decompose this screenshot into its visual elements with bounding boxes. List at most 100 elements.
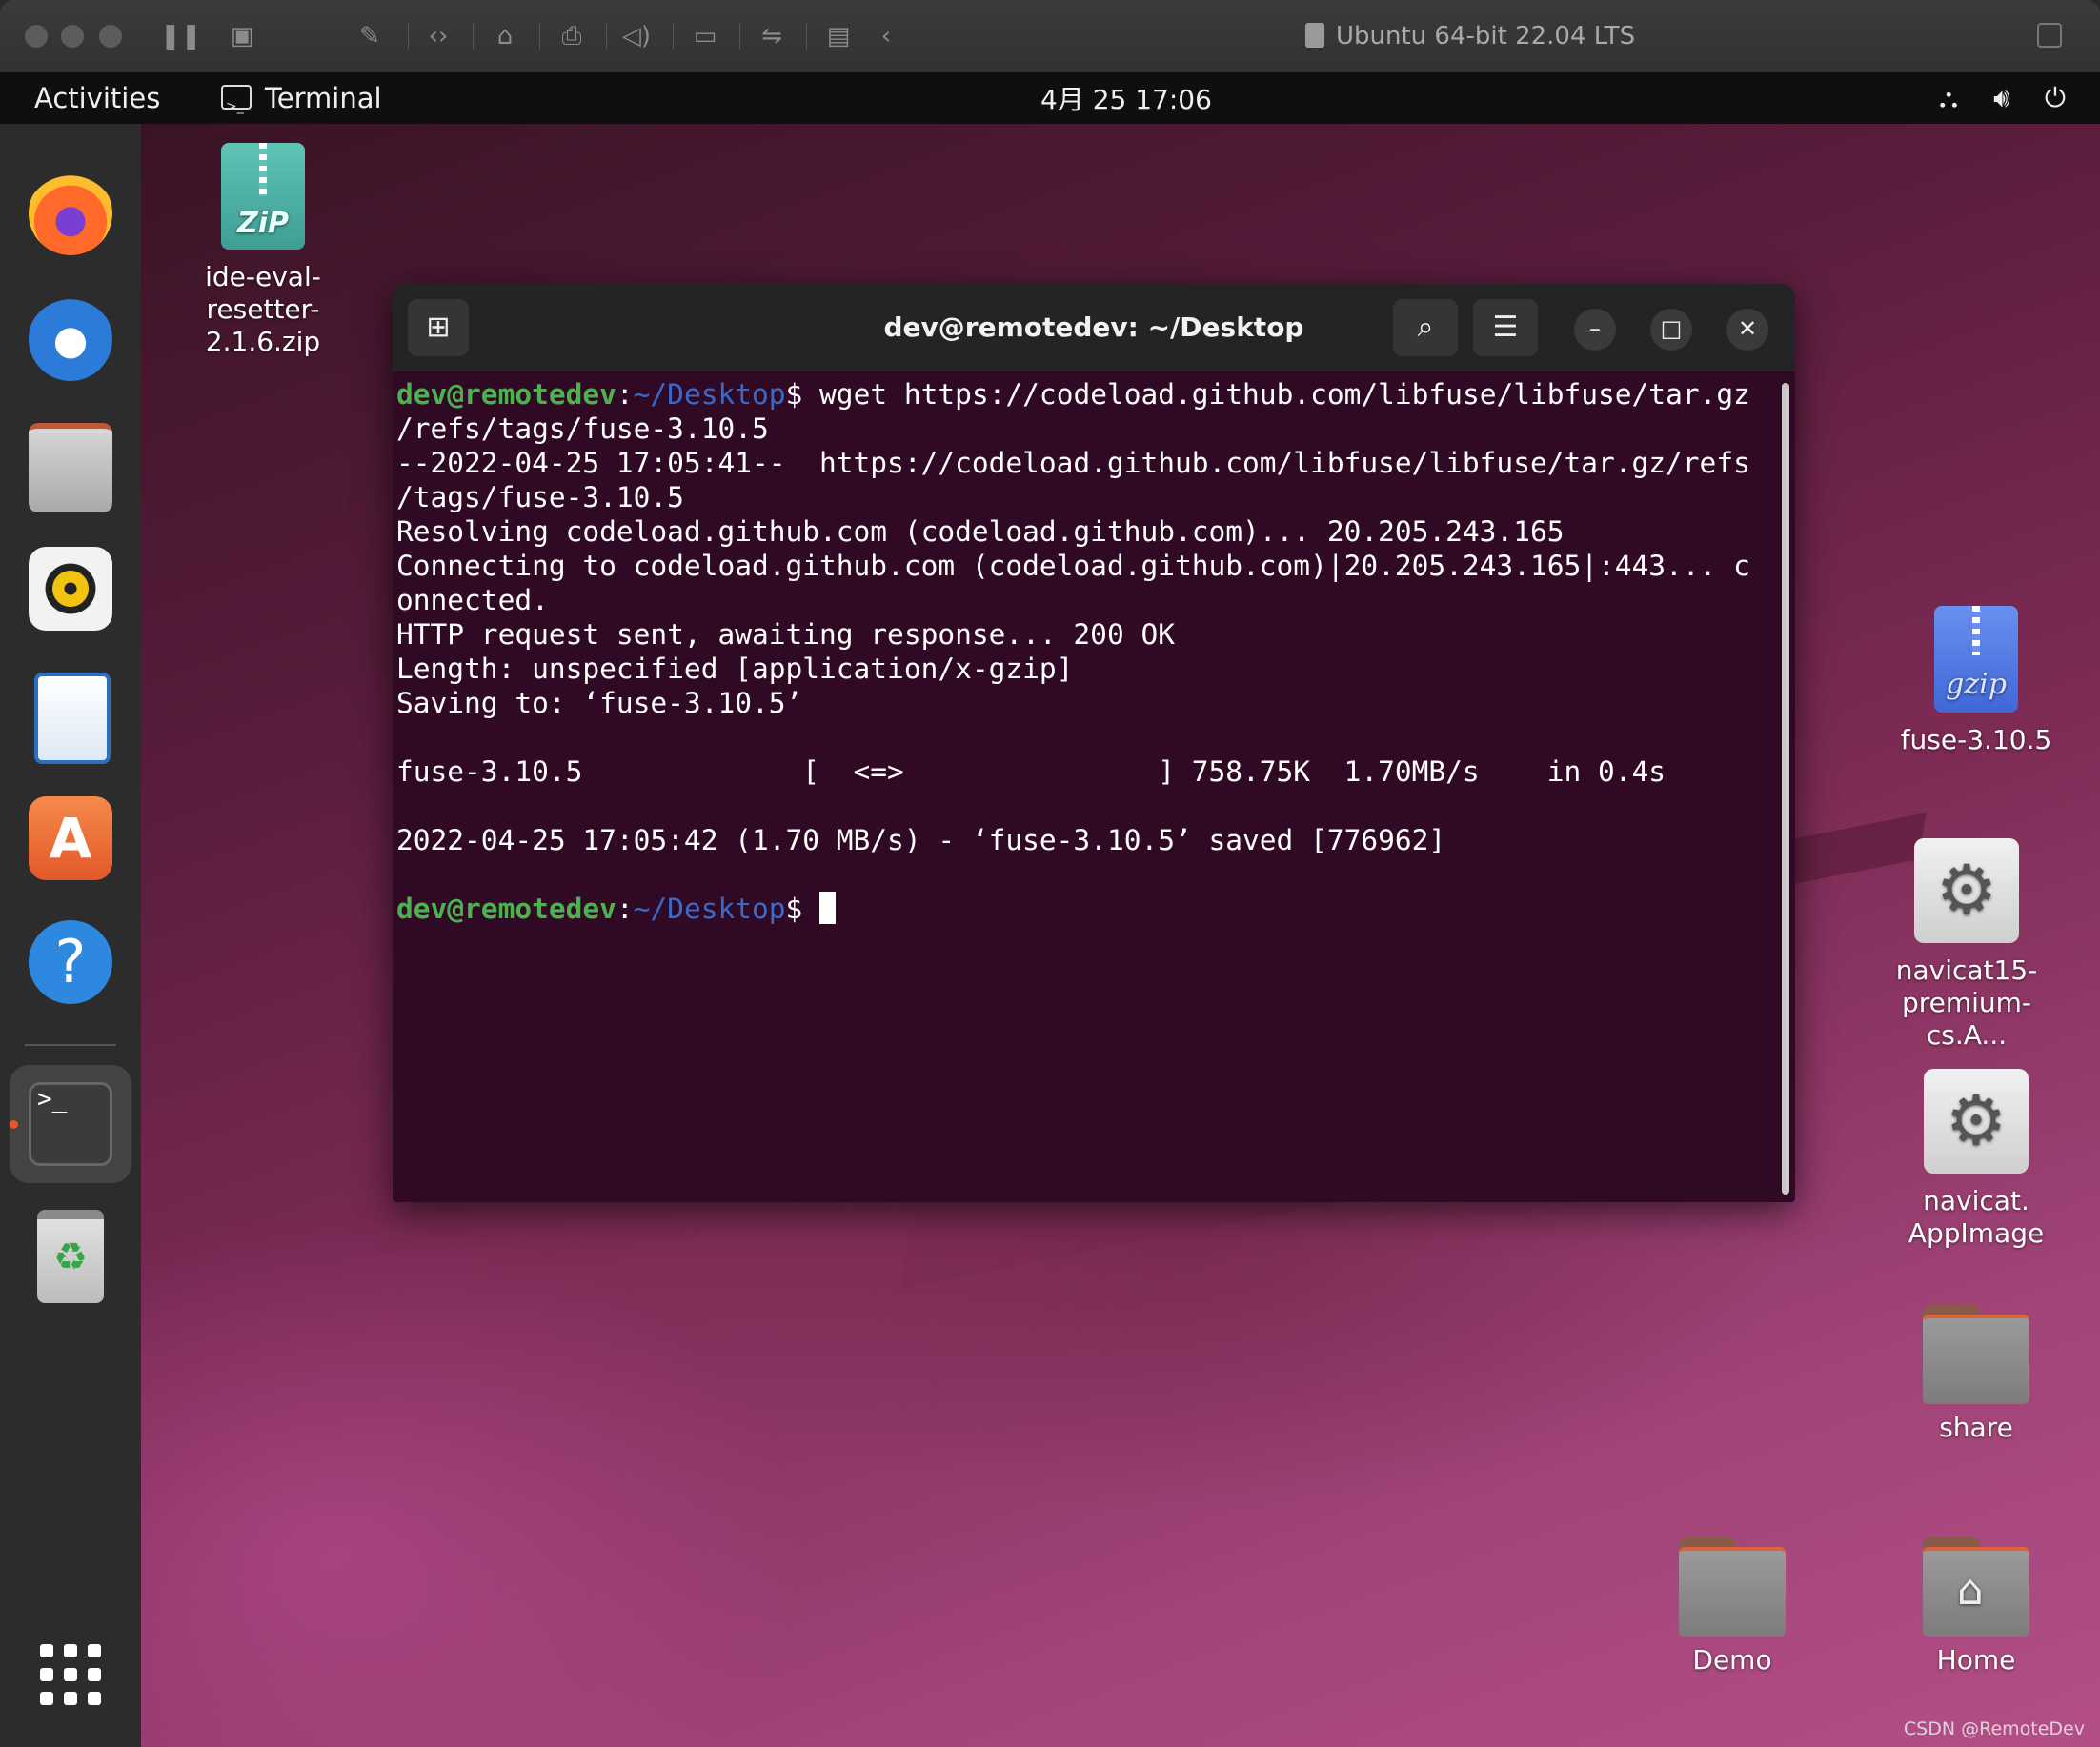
- hamburger-menu-icon[interactable]: ☰: [1473, 299, 1538, 356]
- text-cursor: [819, 892, 837, 924]
- terminal-output[interactable]: dev@remotedev:~/Desktop$ wget https://co…: [396, 377, 1768, 1196]
- executable-gear-icon: ⚙: [1924, 1069, 2029, 1174]
- output-line: Connecting to codeload.github.com (codel…: [396, 550, 1750, 582]
- output-line: Resolving codeload.github.com (codeload.…: [396, 515, 1565, 548]
- command-line: dev@remotedev:~/Desktop$ wget https://co…: [396, 378, 1750, 411]
- desktop-icon-label: Demo: [1692, 1644, 1772, 1676]
- writer-icon: [34, 673, 111, 764]
- desktop-icon-navicat15[interactable]: ⚙ navicat15- premium-cs.A...: [1862, 838, 2071, 1052]
- desktop-icon-label: Home: [1936, 1644, 2016, 1676]
- gzip-file-icon: gzip: [1934, 606, 2018, 713]
- executable-gear-icon: ⚙: [1914, 838, 2019, 943]
- thunderbird-icon: [29, 297, 112, 381]
- files-dock-item[interactable]: [23, 417, 118, 512]
- minimize-window-button[interactable]: [61, 25, 84, 48]
- output-line: HTTP request sent, awaiting response... …: [396, 618, 1175, 651]
- minimize-icon[interactable]: –: [1574, 309, 1616, 351]
- trash-icon: ♻: [37, 1210, 104, 1303]
- shared-folder-icon[interactable]: ▤: [823, 21, 854, 51]
- vm-window-titlebar: ❚❚ ▣ ✎ ‹› ⌂ ⎙ ◁) ▭ ⇋ ▤ ‹ Ubuntu 64-bit 2…: [0, 0, 2100, 73]
- camera-icon[interactable]: ▭: [690, 21, 720, 51]
- disk-icon[interactable]: ⌂: [490, 21, 520, 51]
- desktop-icon-zip[interactable]: ZiP ide-eval-resetter- 2.1.6.zip: [158, 143, 368, 358]
- vm-title-text: Ubuntu 64-bit 22.04 LTS: [1336, 22, 1636, 50]
- dock: A ? >_ ♻: [0, 124, 141, 1747]
- rhythmbox-icon: [29, 547, 112, 631]
- dock-separator: [25, 1044, 116, 1046]
- firefox-icon: [29, 171, 112, 255]
- code-icon[interactable]: ‹›: [423, 21, 454, 51]
- desktop-icon-label: ide-eval-resetter-: [205, 261, 321, 325]
- trash-dock-item[interactable]: ♻: [23, 1204, 118, 1303]
- desktop-icon-share[interactable]: share: [1871, 1305, 2081, 1444]
- power-icon[interactable]: ⏻: [2039, 82, 2071, 114]
- output-line: --2022-04-25 17:05:41-- https://codeload…: [396, 447, 1750, 479]
- desktop-icon-label: 2.1.6.zip: [205, 326, 321, 357]
- chevron-left-icon[interactable]: ‹: [871, 21, 901, 51]
- close-window-button[interactable]: [25, 25, 48, 48]
- firefox-dock-item[interactable]: [23, 166, 118, 261]
- maximize-icon[interactable]: □: [1650, 309, 1692, 351]
- writer-dock-item[interactable]: [23, 667, 118, 764]
- desktop-icon-label: navicat.: [1923, 1185, 2029, 1216]
- thunderbird-dock-item[interactable]: [23, 291, 118, 387]
- desktop-icon-home[interactable]: ⌂ Home: [1871, 1537, 2081, 1677]
- show-applications-grid-icon[interactable]: [40, 1644, 101, 1705]
- pause-icon[interactable]: ❚❚: [160, 21, 202, 51]
- running-indicator: [10, 1120, 18, 1129]
- folder-icon: [1679, 1537, 1786, 1637]
- wrench-icon[interactable]: ✎: [354, 21, 385, 51]
- ubuntu-top-bar: Activities Terminal 4月 25 17:06 ⛬ 🔊︎ ⏻: [0, 72, 2100, 132]
- terminal-window[interactable]: ⊞ dev@remotedev: ~/Desktop ⌕ ☰ – □ ✕ dev…: [393, 284, 1795, 1202]
- zip-file-icon: ZiP: [221, 143, 305, 250]
- output-line: onnected.: [396, 584, 549, 616]
- terminal-headerbar[interactable]: ⊞ dev@remotedev: ~/Desktop ⌕ ☰ – □ ✕: [393, 284, 1795, 371]
- desktop-icon-fuse-archive[interactable]: gzip fuse-3.10.5: [1871, 606, 2081, 756]
- software-dock-item[interactable]: A: [23, 791, 118, 886]
- output-line: Length: unspecified [application/x-gzip]: [396, 653, 1074, 685]
- close-icon[interactable]: ✕: [1726, 309, 1768, 351]
- desktop-icon-label: share: [1939, 1412, 2013, 1443]
- help-icon: ?: [29, 920, 112, 1004]
- desktop-icon-label: navicat15-: [1895, 954, 2038, 986]
- terminal-icon: >_: [29, 1082, 112, 1166]
- vm-document-icon: [1305, 23, 1324, 48]
- help-dock-item[interactable]: ?: [23, 914, 118, 1010]
- desktop-icon-label: fuse-3.10.5: [1900, 724, 2052, 755]
- terminal-dock-item[interactable]: >_: [23, 1076, 118, 1172]
- app-menu-terminal[interactable]: Terminal: [221, 72, 382, 132]
- restore-icon[interactable]: [2037, 23, 2062, 48]
- network-icon[interactable]: ⛬: [1932, 82, 1965, 114]
- desktop-icon-label: premium-cs.A...: [1901, 987, 2032, 1051]
- usb-icon[interactable]: ⇋: [757, 21, 787, 51]
- printer-icon[interactable]: ⎙: [556, 21, 587, 51]
- terminal-small-icon: [221, 81, 252, 132]
- output-line: /tags/fuse-3.10.5: [396, 481, 684, 513]
- terminal-scrollbar[interactable]: [1782, 383, 1789, 1195]
- folder-icon: [1923, 1305, 2029, 1404]
- software-store-icon: A: [29, 796, 112, 880]
- clock[interactable]: 4月 25 17:06: [1040, 72, 1212, 128]
- activities-button[interactable]: Activities: [34, 72, 160, 124]
- files-icon: [29, 423, 112, 512]
- desktop-icon-demo[interactable]: Demo: [1627, 1537, 1837, 1677]
- current-prompt: dev@remotedev:~/Desktop$: [396, 892, 1768, 926]
- zoom-window-button[interactable]: [99, 25, 122, 48]
- output-line: 2022-04-25 17:05:42 (1.70 MB/s) - ‘fuse-…: [396, 824, 1446, 856]
- watermark: CSDN @RemoteDev: [1903, 1718, 2085, 1739]
- output-line: /refs/tags/fuse-3.10.5: [396, 412, 769, 445]
- output-line: fuse-3.10.5 [ <=> ] 758.75K 1.70MB/s in …: [396, 755, 1666, 788]
- system-tray[interactable]: ⛬ 🔊︎ ⏻: [1932, 82, 2071, 114]
- desktop-icon-navicat-appimage[interactable]: ⚙ navicat. AppImage: [1871, 1069, 2081, 1250]
- snapshot-icon[interactable]: ▣: [227, 21, 257, 51]
- vm-window-title: Ubuntu 64-bit 22.04 LTS: [1305, 19, 1635, 53]
- search-icon[interactable]: ⌕: [1393, 299, 1458, 356]
- app-menu-label: Terminal: [265, 82, 382, 114]
- desktop-icon-label: AppImage: [1908, 1217, 2045, 1249]
- rhythmbox-dock-item[interactable]: [23, 541, 118, 636]
- sound-icon[interactable]: ◁): [621, 21, 652, 51]
- volume-icon[interactable]: 🔊︎: [1986, 82, 2018, 114]
